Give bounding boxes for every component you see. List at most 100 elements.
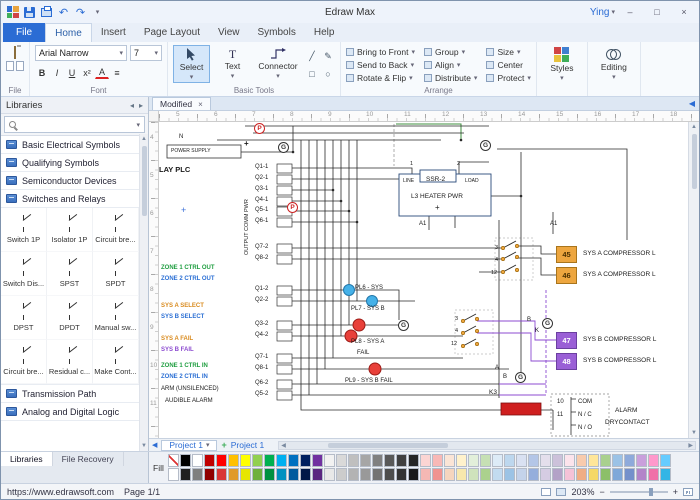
color-swatch[interactable] xyxy=(528,454,539,467)
color-swatch[interactable] xyxy=(228,454,239,467)
pen-tool-button[interactable]: ✎ xyxy=(321,49,335,64)
tab-help[interactable]: Help xyxy=(305,23,344,42)
color-swatch[interactable] xyxy=(540,454,551,467)
color-swatch[interactable] xyxy=(612,454,623,467)
color-swatch[interactable] xyxy=(228,468,239,481)
color-swatch[interactable] xyxy=(564,454,575,467)
protect-button[interactable]: Protect▾ xyxy=(486,73,530,83)
tab-file-recovery[interactable]: File Recovery xyxy=(53,452,124,466)
user-menu[interactable]: Ying▾ xyxy=(590,7,615,18)
symbol-cell[interactable]: Switch 1P xyxy=(1,208,47,252)
collapse-panel-icon[interactable]: ◀ xyxy=(689,99,699,108)
qat-dropdown-icon[interactable]: ▾ xyxy=(91,5,104,19)
symbol-cell[interactable]: SPDT xyxy=(93,252,139,296)
color-swatch[interactable] xyxy=(240,468,251,481)
symbol-cell[interactable]: SPST xyxy=(47,252,93,296)
tab-libraries[interactable]: Libraries xyxy=(1,452,53,466)
color-swatch[interactable] xyxy=(552,468,563,481)
color-swatch[interactable] xyxy=(516,454,527,467)
library-item[interactable]: Basic Electrical Symbols xyxy=(1,136,139,154)
scroll-up-icon[interactable]: ▲ xyxy=(689,122,699,132)
send-to-back-button[interactable]: Send to Back▾ xyxy=(346,60,415,70)
symbol-cell[interactable]: Manual sw... xyxy=(93,296,139,340)
add-page-button[interactable]: + xyxy=(221,440,226,450)
color-swatch[interactable] xyxy=(468,468,479,481)
color-swatch[interactable] xyxy=(384,454,395,467)
color-swatch[interactable] xyxy=(360,454,371,467)
color-swatch[interactable] xyxy=(312,468,323,481)
color-swatch[interactable] xyxy=(552,454,563,467)
color-swatch[interactable] xyxy=(432,468,443,481)
library-search-input[interactable] xyxy=(20,120,132,130)
save-icon[interactable] xyxy=(23,5,36,19)
color-swatch[interactable] xyxy=(372,454,383,467)
library-item[interactable]: Analog and Digital Logic xyxy=(1,403,139,421)
library-item[interactable]: Semiconductor Devices xyxy=(1,172,139,190)
color-swatch[interactable] xyxy=(648,454,659,467)
undo-icon[interactable]: ↶ xyxy=(57,5,70,19)
tab-page-layout[interactable]: Page Layout xyxy=(135,23,209,42)
color-swatch[interactable] xyxy=(432,454,443,467)
symbol-cell[interactable]: Circuit bre... xyxy=(1,340,47,384)
color-swatch[interactable] xyxy=(276,468,287,481)
color-swatch[interactable] xyxy=(576,468,587,481)
tab-symbols[interactable]: Symbols xyxy=(249,23,305,42)
color-swatch[interactable] xyxy=(420,468,431,481)
group-button[interactable]: Group▾ xyxy=(424,47,477,57)
line-tool-button[interactable]: ╱ xyxy=(305,49,319,64)
minimize-button[interactable]: – xyxy=(618,3,642,21)
color-swatch[interactable] xyxy=(660,454,671,467)
color-swatch[interactable] xyxy=(528,468,539,481)
color-swatch[interactable] xyxy=(372,468,383,481)
color-swatch[interactable] xyxy=(636,468,647,481)
symbol-cell[interactable]: Isolator 1P xyxy=(47,208,93,252)
print-icon[interactable] xyxy=(40,5,53,19)
color-swatch[interactable] xyxy=(504,454,515,467)
align-button[interactable]: Align▾ xyxy=(424,60,477,70)
symbol-cell[interactable]: Circuit bre... xyxy=(93,208,139,252)
close-button[interactable]: × xyxy=(672,3,696,21)
color-swatch[interactable] xyxy=(168,468,179,481)
rotate-flip-button[interactable]: Rotate & Flip▾ xyxy=(346,73,415,83)
symbol-cell[interactable]: Switch Dis... xyxy=(1,252,47,296)
color-swatch[interactable] xyxy=(468,454,479,467)
color-swatch[interactable] xyxy=(264,468,275,481)
tab-file[interactable]: File xyxy=(3,23,45,42)
chevron-down-icon[interactable]: ▾ xyxy=(136,121,140,129)
color-swatch[interactable] xyxy=(480,468,491,481)
color-swatch[interactable] xyxy=(516,468,527,481)
color-swatch[interactable] xyxy=(480,454,491,467)
color-swatch[interactable] xyxy=(180,468,191,481)
color-swatch[interactable] xyxy=(444,454,455,467)
color-swatch[interactable] xyxy=(336,468,347,481)
font-name-select[interactable]: Arial Narrow▾ xyxy=(35,45,127,61)
symbol-cell[interactable]: DPST xyxy=(1,296,47,340)
color-swatch[interactable] xyxy=(216,454,227,467)
close-tab-icon[interactable]: × xyxy=(198,100,203,109)
color-swatch[interactable] xyxy=(456,468,467,481)
color-swatch[interactable] xyxy=(252,454,263,467)
chevron-right-icon[interactable]: ▸ xyxy=(139,101,143,110)
color-swatch[interactable] xyxy=(336,454,347,467)
copy-button[interactable] xyxy=(6,61,24,71)
website-link[interactable]: https://www.edrawsoft.com xyxy=(7,487,114,497)
document-tab[interactable]: Modified × xyxy=(152,97,211,110)
connector-tool-button[interactable]: Connector ▾ xyxy=(255,45,301,83)
scroll-down-icon[interactable]: ▼ xyxy=(140,441,148,451)
zoom-slider-thumb[interactable] xyxy=(649,488,653,496)
library-item[interactable]: Qualifying Symbols xyxy=(1,154,139,172)
color-swatch[interactable] xyxy=(624,454,635,467)
editing-button[interactable]: Editing ▾ xyxy=(593,45,635,83)
color-swatch[interactable] xyxy=(660,468,671,481)
color-swatch[interactable] xyxy=(168,454,179,467)
drawing-canvas[interactable]: NPOWER SUPPLY+LAY PLCOUTPUT COMM PWR+Q1-… xyxy=(159,122,688,438)
library-search[interactable]: ▾ xyxy=(4,116,145,133)
color-swatch[interactable] xyxy=(348,468,359,481)
symbol-cell[interactable]: Make Cont... xyxy=(93,340,139,384)
color-swatch[interactable] xyxy=(624,468,635,481)
maximize-button[interactable]: □ xyxy=(645,3,669,21)
scroll-up-icon[interactable]: ▲ xyxy=(140,134,148,144)
bold-button[interactable]: B xyxy=(35,65,49,80)
color-swatch[interactable] xyxy=(324,454,335,467)
color-swatch[interactable] xyxy=(348,454,359,467)
